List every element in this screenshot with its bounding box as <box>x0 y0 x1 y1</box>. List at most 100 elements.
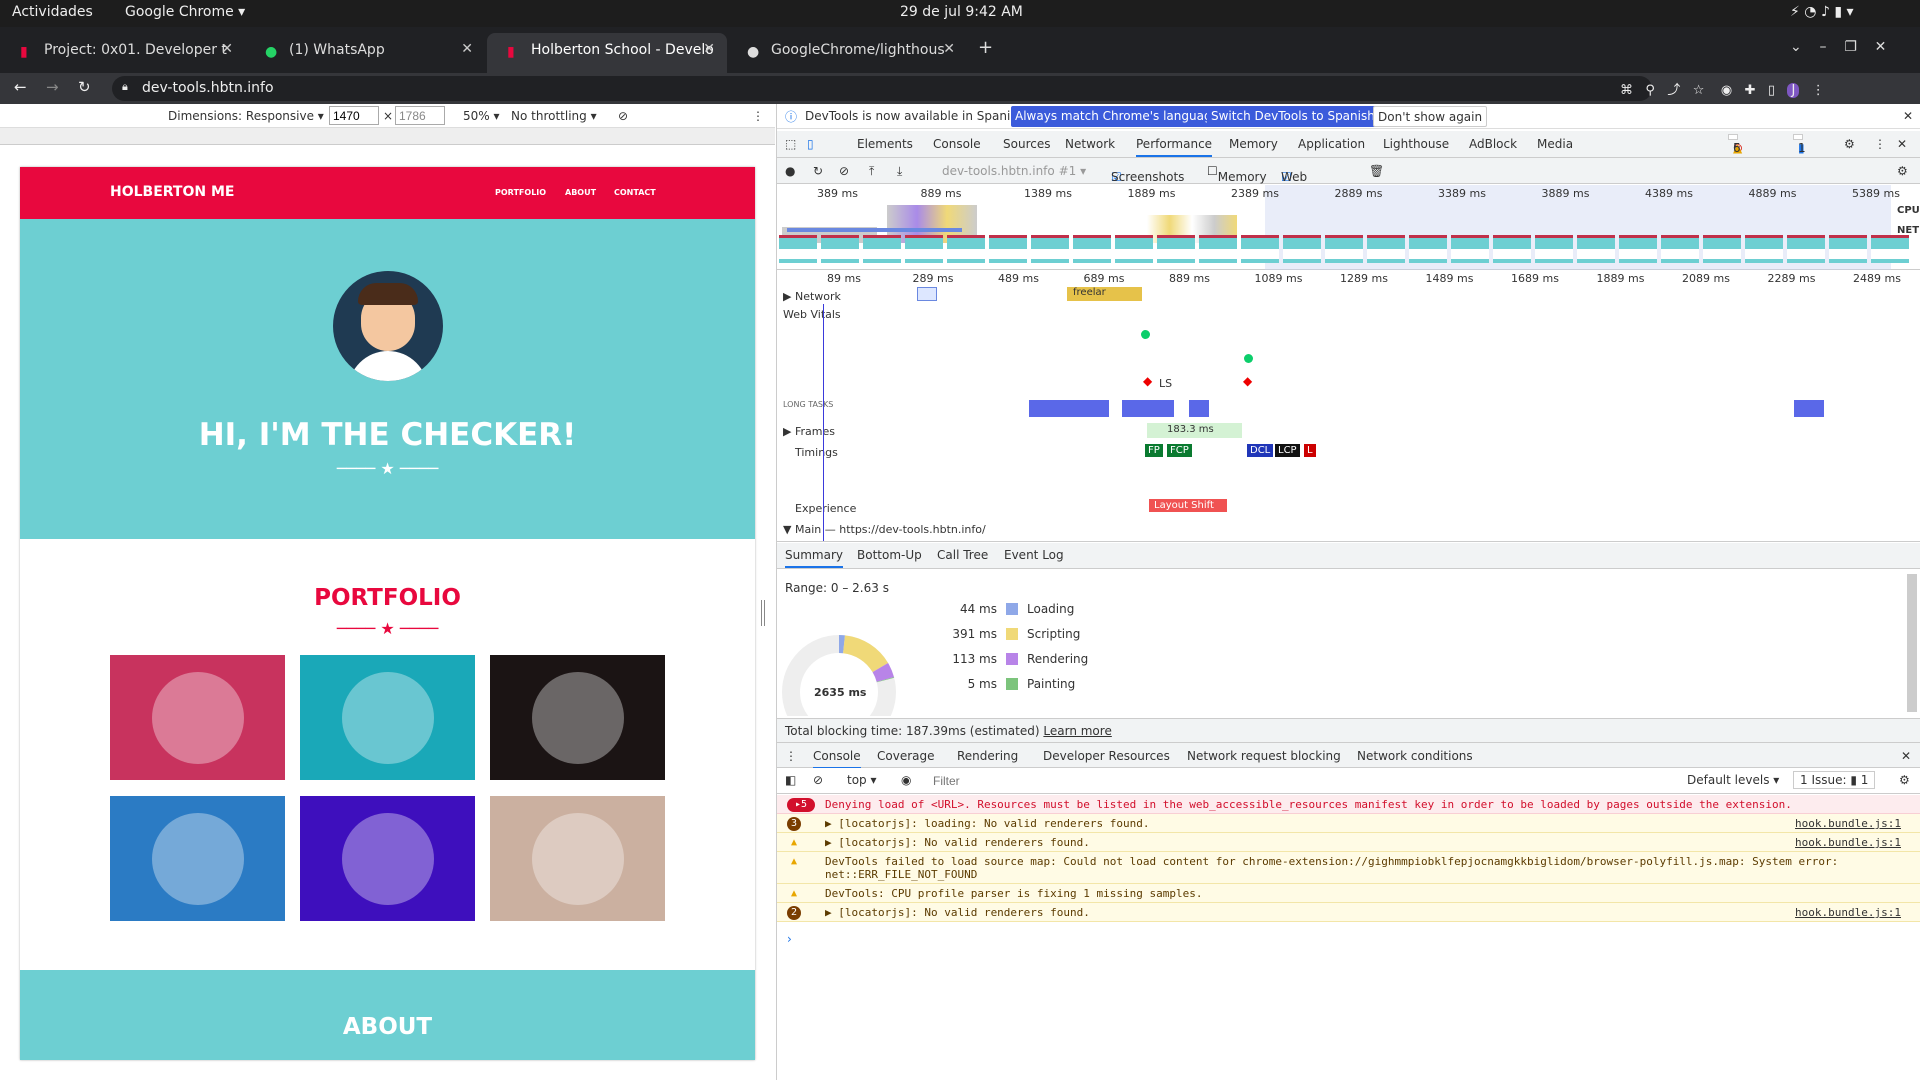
forward-button[interactable]: → <box>46 78 59 96</box>
site-brand[interactable]: HOLBERTON ME <box>110 184 234 200</box>
filmstrip-frame[interactable] <box>1199 235 1237 263</box>
drawer-tab-request-blocking[interactable]: Network request blocking <box>1187 749 1341 763</box>
tab-adblock[interactable]: AdBlock <box>1469 137 1517 151</box>
dimensions-select[interactable]: Dimensions: Responsive ▾ <box>168 109 324 123</box>
window-controls[interactable]: ⌄ – ❐ ✕ <box>1790 39 1886 55</box>
tab-network[interactable]: Network <box>1065 137 1115 151</box>
portfolio-item[interactable] <box>110 655 285 780</box>
trash-icon[interactable]: 🗑︎ <box>1369 164 1384 178</box>
close-tab-icon[interactable]: ✕ <box>703 41 715 57</box>
console-filter-input[interactable] <box>933 771 1453 791</box>
filmstrip-frame[interactable] <box>1283 235 1321 263</box>
reload-record-icon[interactable]: ↻ <box>813 164 823 178</box>
long-task[interactable] <box>1029 400 1109 417</box>
drawer-tab-coverage[interactable]: Coverage <box>877 749 935 763</box>
drawer-tab-console[interactable]: Console <box>813 749 861 769</box>
tab-lighthouse[interactable]: Lighthouse <box>1383 137 1449 151</box>
ls-marker[interactable]: ◆ <box>1243 374 1252 388</box>
inspect-icon[interactable]: ⬚ <box>785 137 796 151</box>
tab-call-tree[interactable]: Call Tree <box>937 548 988 562</box>
nav-about[interactable]: ABOUT <box>565 188 596 197</box>
portfolio-item[interactable] <box>110 796 285 921</box>
tab-whatsapp[interactable]: ● (1) WhatsApp ✕ <box>245 33 485 73</box>
throttle-select[interactable]: No throttling ▾ <box>511 109 597 123</box>
main-track[interactable]: ▼ Main — https://dev-tools.hbtn.info/ <box>783 523 986 536</box>
tab-bottom-up[interactable]: Bottom-Up <box>857 548 922 562</box>
download-icon[interactable]: ⤓ <box>897 164 902 179</box>
filmstrip-frame[interactable] <box>1871 235 1909 263</box>
drawer-tab-rendering[interactable]: Rendering <box>957 749 1018 763</box>
learn-more-link[interactable]: Learn more <box>1043 724 1111 738</box>
console-message-warn[interactable]: 2 ▶ [locatorjs]: No valid renderers found… <box>777 903 1920 922</box>
load-marker[interactable]: L <box>1304 444 1316 457</box>
close-tab-icon[interactable]: ✕ <box>461 41 473 57</box>
levels-select[interactable]: Default levels ▾ <box>1687 773 1779 787</box>
source-link[interactable]: hook.bundle.js:1 <box>1795 836 1901 849</box>
console-message-warn[interactable]: 3 ▶ [locatorjs]: loading: No valid render… <box>777 814 1920 833</box>
filmstrip-frame[interactable] <box>1325 235 1363 263</box>
filmstrip-frame[interactable] <box>1493 235 1531 263</box>
drawer-tab-developer-resources[interactable]: Developer Resources <box>1043 749 1170 763</box>
tab-performance[interactable]: Performance <box>1136 137 1213 157</box>
vital-point[interactable] <box>1244 354 1253 363</box>
filmstrip-frame[interactable] <box>1703 235 1741 263</box>
filmstrip-frame[interactable] <box>1157 235 1195 263</box>
frame-block[interactable]: 183.3 ms <box>1147 423 1242 438</box>
nav-portfolio[interactable]: PORTFOLIO <box>495 188 546 197</box>
timeline-overview[interactable]: CPU NET 389 ms 889 ms 1389 ms 1889 ms 2389 m… <box>777 185 1920 270</box>
profile-select[interactable]: dev-tools.hbtn.info #1 ▾ <box>942 164 1086 178</box>
media-query-ruler[interactable] <box>0 128 775 145</box>
console-prompt[interactable]: › <box>787 932 792 946</box>
portfolio-item[interactable] <box>490 655 665 780</box>
timeline-flamechart[interactable]: ▶ Network freelar Web Vitals ◆ LS ◆ LONG… <box>777 270 1920 542</box>
source-link[interactable]: hook.bundle.js:1 <box>1795 817 1901 830</box>
portfolio-item[interactable] <box>300 655 475 780</box>
filmstrip-frame[interactable] <box>1745 235 1783 263</box>
close-drawer-icon[interactable]: ✕ <box>1901 749 1911 763</box>
sidebar-toggle-icon[interactable]: ◧ <box>785 773 796 787</box>
filmstrip-frame[interactable] <box>1367 235 1405 263</box>
tab-summary[interactable]: Summary <box>785 548 843 568</box>
filmstrip-frame[interactable] <box>905 235 943 263</box>
long-task[interactable] <box>1794 400 1824 417</box>
device-toggle-icon[interactable]: ▯ <box>807 137 814 151</box>
back-button[interactable]: ← <box>14 78 27 96</box>
filmstrip-frame[interactable] <box>1073 235 1111 263</box>
new-tab-button[interactable]: + <box>978 37 993 58</box>
match-language-button[interactable]: Always match Chrome's language <box>1011 106 1223 127</box>
eye-icon[interactable]: ◉ <box>901 773 911 787</box>
activities-button[interactable]: Actividades <box>12 4 93 20</box>
switch-spanish-button[interactable]: Switch DevTools to Spanish <box>1207 106 1379 127</box>
rotate-icon[interactable]: ⊘ <box>618 109 628 123</box>
close-tab-icon[interactable]: ✕ <box>943 41 955 57</box>
width-input[interactable] <box>329 106 379 125</box>
filmstrip-frame[interactable] <box>1661 235 1699 263</box>
upload-icon[interactable]: ⤒ <box>869 164 874 179</box>
filmstrip-frame[interactable] <box>1451 235 1489 263</box>
console-settings-icon[interactable]: ⚙ <box>1899 773 1910 787</box>
vital-point[interactable] <box>1141 330 1150 339</box>
tab-sources[interactable]: Sources <box>1003 137 1050 151</box>
long-task[interactable] <box>1122 400 1174 417</box>
settings-icon[interactable]: ⚙ <box>1844 137 1855 151</box>
network-request[interactable] <box>917 287 937 301</box>
console-message-warn[interactable]: ▲ ▶ [locatorjs]: No valid renderers found… <box>777 833 1920 852</box>
layout-shift-block[interactable]: Layout Shift <box>1149 499 1227 512</box>
clock[interactable]: 29 de jul 9:42 AM <box>900 4 1023 20</box>
dcl-marker[interactable]: DCL <box>1247 444 1274 457</box>
fcp-marker[interactable]: FCP <box>1167 444 1192 457</box>
filmstrip-frame[interactable] <box>821 235 859 263</box>
filmstrip-frame[interactable] <box>1787 235 1825 263</box>
frames-track[interactable]: ▶ Frames <box>783 425 835 438</box>
lcp-marker[interactable]: LCP <box>1275 444 1300 457</box>
more-icon[interactable]: ⋮ <box>752 109 764 123</box>
url-input[interactable]: 🔒︎ dev-tools.hbtn.info <box>112 76 1652 101</box>
tab-project[interactable]: ▮ Project: 0x01. Developer t ✕ <box>0 33 245 73</box>
system-tray-icons[interactable]: ⚡ ◔ ♪ ▮ ▾ <box>1790 4 1854 20</box>
zoom-select[interactable]: 50% ▾ <box>463 109 500 123</box>
tab-elements[interactable]: Elements <box>857 137 913 151</box>
filmstrip-frame[interactable] <box>1829 235 1867 263</box>
fp-marker[interactable]: FP <box>1145 444 1163 457</box>
clear-console-icon[interactable]: ⊘ <box>813 773 823 787</box>
toolbar-icons[interactable]: ⌘ ⚲ ⤴ ☆ ◉ ✚ ▯ J ⋮ <box>1620 79 1825 98</box>
